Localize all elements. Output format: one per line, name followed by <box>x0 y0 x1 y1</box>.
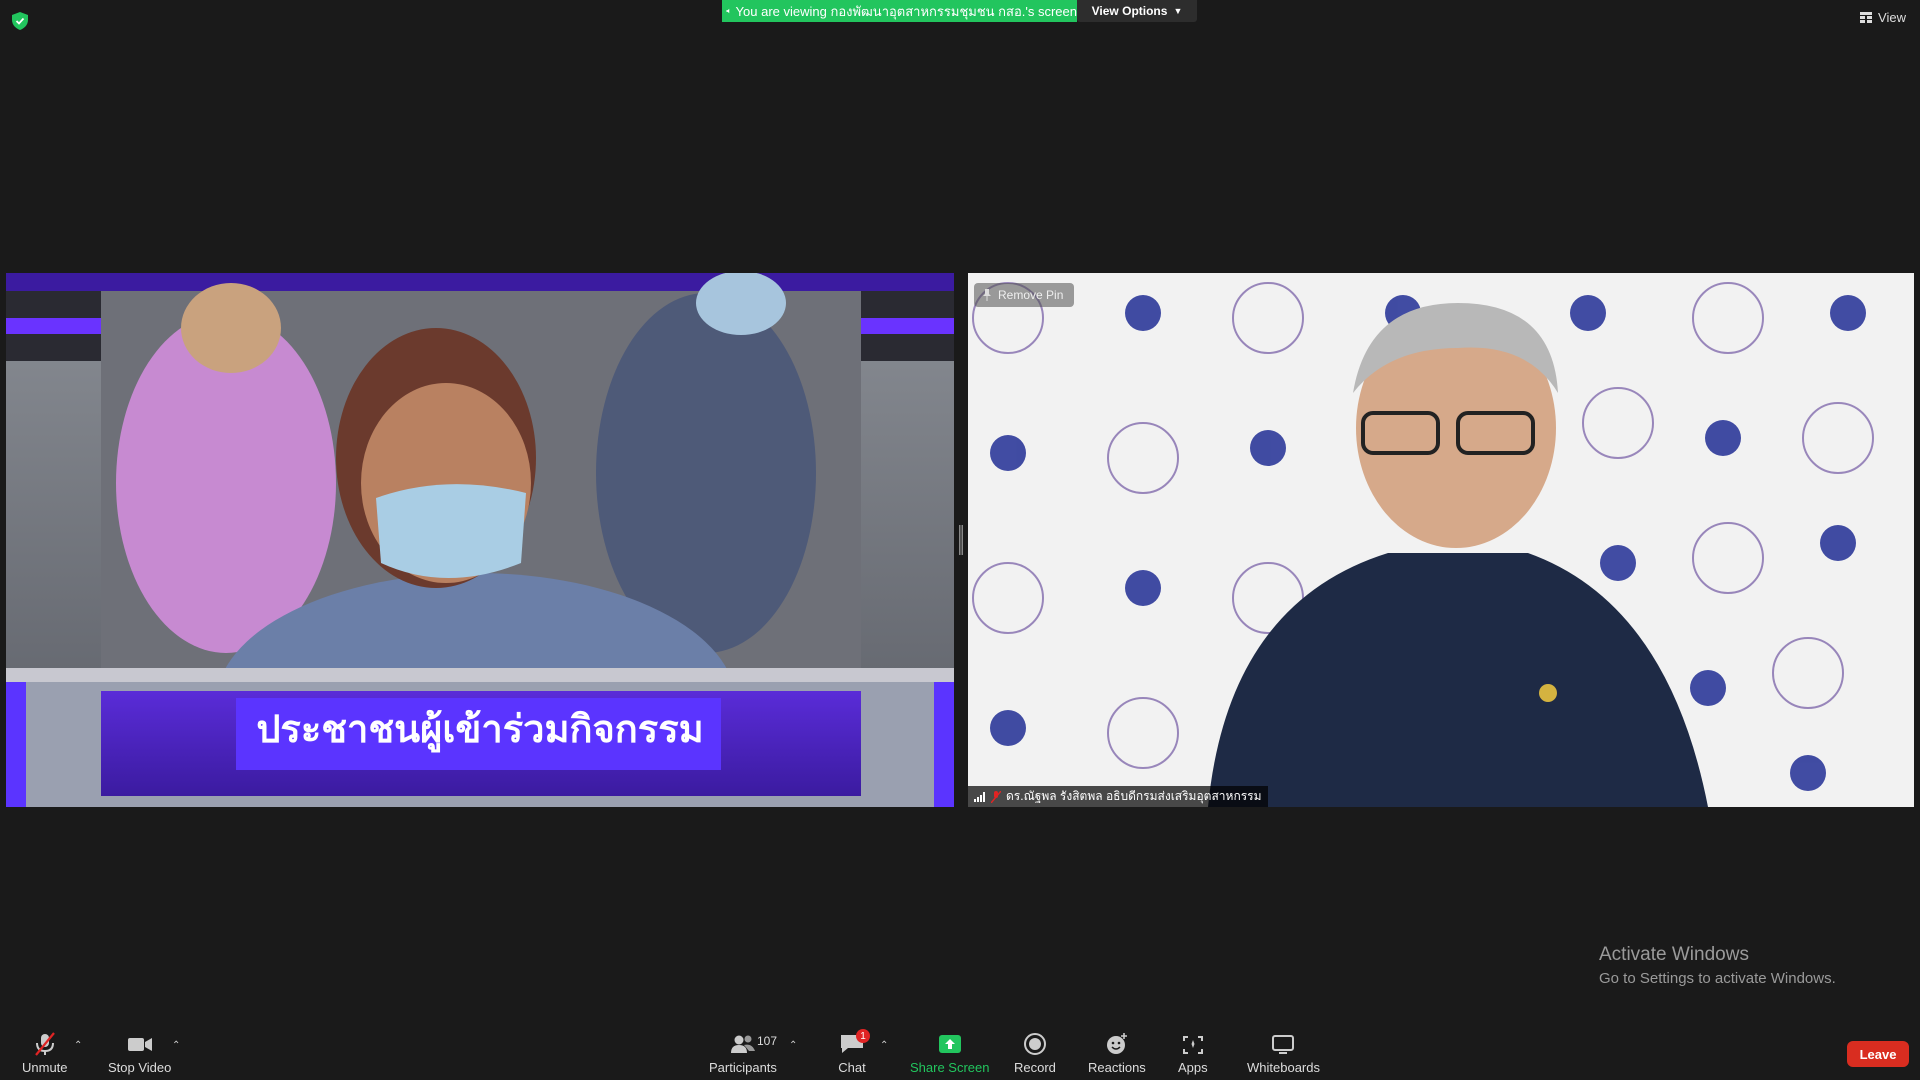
unmute-label: Unmute <box>22 1060 68 1075</box>
emoji-reaction-icon <box>1106 1033 1127 1054</box>
signal-strength-icon <box>974 791 985 802</box>
video-camera-icon <box>127 1038 152 1051</box>
unmute-button[interactable]: Unmute <box>22 1032 68 1075</box>
participants-label: Participants <box>709 1060 777 1075</box>
reactions-button[interactable]: Reactions <box>1088 1032 1146 1075</box>
muted-mic-icon <box>34 1032 55 1056</box>
stop-video-button[interactable]: Stop Video <box>108 1032 171 1075</box>
shared-screen-caption: ประชาชนผู้เข้าร่วมกิจกรรม <box>256 709 704 751</box>
speaker-icon <box>726 8 730 14</box>
record-icon <box>1023 1033 1046 1055</box>
leave-label: Leave <box>1859 1046 1897 1062</box>
apps-button[interactable]: Apps <box>1178 1032 1208 1075</box>
view-options-button[interactable]: View Options ▼ <box>1077 0 1197 22</box>
resize-handle[interactable] <box>959 525 963 555</box>
chat-options-caret[interactable]: ⌃ <box>880 1040 888 1051</box>
muted-mic-icon <box>991 790 1001 803</box>
participants-options-caret[interactable]: ⌃ <box>789 1040 797 1051</box>
chevron-down-icon: ▼ <box>1173 6 1183 16</box>
record-button[interactable]: Record <box>1014 1032 1056 1075</box>
remove-pin-label: Remove Pin <box>998 288 1064 302</box>
view-options-label: View Options <box>1091 4 1168 18</box>
whiteboards-label: Whiteboards <box>1247 1060 1320 1075</box>
grid-view-icon <box>1860 12 1873 23</box>
participant-name-tag: ดร.ณัฐพล รังสิตพล อธิบดีกรมส่งเสริมอุตสา… <box>968 786 1268 807</box>
audio-options-caret[interactable]: ⌃ <box>74 1040 82 1051</box>
stop-video-label: Stop Video <box>108 1060 172 1075</box>
participant-name: ดร.ณัฐพล รังสิตพล อธิบดีกรมส่งเสริมอุตสา… <box>1006 789 1262 803</box>
share-screen-icon <box>938 1035 961 1053</box>
chat-label: Chat <box>838 1060 866 1075</box>
whiteboard-icon <box>1272 1035 1295 1054</box>
share-screen-button[interactable]: Share Screen <box>910 1032 990 1075</box>
chat-unread-badge: 1 <box>856 1029 870 1043</box>
apps-icon <box>1182 1036 1203 1054</box>
activate-title: Activate Windows <box>1599 944 1749 965</box>
leave-meeting-button[interactable]: Leave <box>1847 1041 1909 1067</box>
shared-screen-video[interactable]: ประชาชนผู้เข้าร่วมกิจกรรม <box>6 273 954 807</box>
whiteboards-button[interactable]: Whiteboards <box>1247 1032 1320 1075</box>
windows-activation-watermark: Activate Windows Go to Settings to activ… <box>1599 944 1836 987</box>
share-banner-text: You are viewing กองพัฒนาอุตสาหกรรมชุมชน … <box>735 3 1077 19</box>
apps-label: Apps <box>1178 1060 1208 1075</box>
remove-pin-button[interactable]: Remove Pin <box>974 283 1074 307</box>
activate-subtitle: Go to Settings to activate Windows. <box>1599 970 1836 987</box>
record-label: Record <box>1014 1060 1056 1075</box>
security-shield-icon[interactable] <box>12 12 28 30</box>
screen-share-banner: You are viewing กองพัฒนาอุตสาหกรรมชุมชน … <box>722 0 1077 22</box>
participants-count: 107 <box>757 1034 778 1048</box>
pin-icon <box>983 289 991 301</box>
participants-icon <box>730 1035 755 1053</box>
share-screen-label: Share Screen <box>910 1060 990 1075</box>
view-button-label: View <box>1878 10 1906 25</box>
reactions-label: Reactions <box>1088 1060 1146 1075</box>
video-options-caret[interactable]: ⌃ <box>172 1040 180 1051</box>
speaker-video[interactable] <box>968 273 1914 807</box>
speaker-video-image <box>968 273 1914 807</box>
view-button[interactable]: View <box>1860 10 1906 25</box>
